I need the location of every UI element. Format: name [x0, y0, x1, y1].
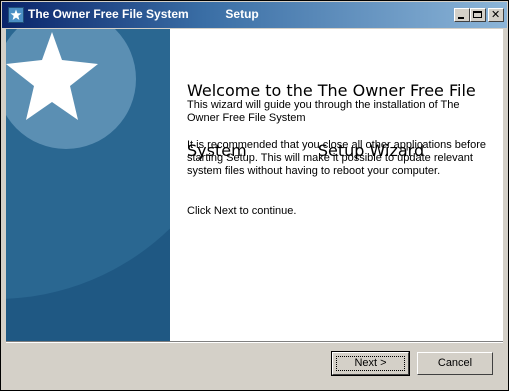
banner-graphic: [6, 29, 170, 341]
continue-instruction: Click Next to continue.: [187, 205, 297, 217]
intro-text: This wizard will guide you through the i…: [187, 99, 460, 124]
page-title-line1: Welcome to the The Owner Free File: [187, 81, 476, 100]
minimize-button[interactable]: [454, 8, 470, 22]
sidebar-banner: [6, 29, 170, 341]
close-icon: ✕: [491, 8, 501, 21]
wizard-content: Welcome to the The Owner Free File Syste…: [6, 29, 503, 341]
title-bar[interactable]: The Owner Free File System Setup ✕: [2, 2, 507, 28]
recommendation-text: It is recommended that you close all oth…: [187, 139, 486, 177]
cancel-button-label: Cancel: [437, 357, 473, 369]
close-button[interactable]: ✕: [488, 8, 504, 22]
star-icon: [8, 7, 24, 23]
next-button[interactable]: Next >: [331, 351, 410, 376]
window-title: The Owner Free File System Setup: [28, 7, 259, 21]
footer-divider: [6, 341, 503, 343]
cancel-button[interactable]: Cancel: [417, 352, 493, 375]
setup-window: The Owner Free File System Setup ✕ Welco…: [0, 0, 509, 391]
focus-rect: [336, 356, 405, 371]
minimize-icon: [458, 17, 464, 19]
maximize-button[interactable]: [470, 8, 486, 22]
maximize-icon: [473, 11, 482, 18]
